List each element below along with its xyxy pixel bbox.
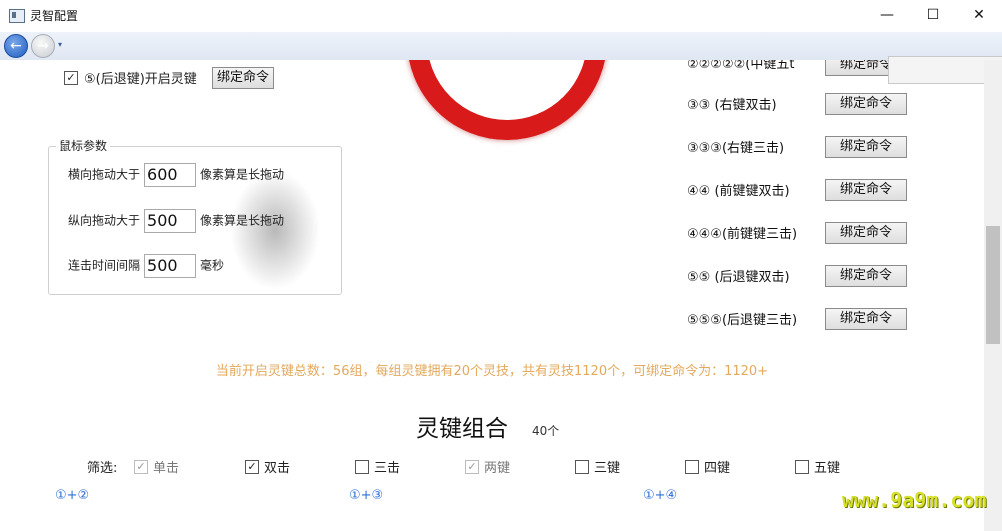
section-title: 灵键组合 <box>416 416 508 442</box>
filter-label: 筛选: <box>87 461 118 476</box>
filter-two-keys[interactable]: ✓ 两键 <box>465 457 510 476</box>
window-title: 灵智配置 <box>30 9 79 23</box>
forward-arrow-icon[interactable]: → <box>31 34 55 58</box>
filter-option-label: 五键 <box>814 461 841 476</box>
filter-checkbox[interactable] <box>795 459 809 474</box>
filter-option-label: 三击 <box>374 461 401 476</box>
combo-label: ③③③(右键三击) <box>687 141 785 156</box>
minimize-button[interactable]: — <box>864 0 910 30</box>
close-button[interactable]: ✕ <box>956 0 1002 30</box>
filter-option-label: 单击 <box>153 461 180 476</box>
filter-option-label: 两键 <box>484 461 511 476</box>
horizontal-drag-input[interactable]: 600 <box>144 163 197 187</box>
filter-option-label: 双击 <box>264 461 291 476</box>
combo-bind-button[interactable]: 绑定命令 <box>825 179 907 201</box>
back-arrow-icon[interactable]: ← <box>4 34 28 58</box>
filter-option-label: 三键 <box>594 461 621 476</box>
filter-checkbox[interactable]: ✓ <box>245 459 259 474</box>
combo-label: ④④ (前键键双击) <box>687 184 790 199</box>
combo-bind-button[interactable]: 绑定命令 <box>825 93 907 115</box>
filter-five-keys[interactable]: 五键 <box>795 457 840 476</box>
vertical-drag-row: 纵向拖动大于 500 像素算是长拖动 <box>68 209 284 233</box>
combo-bind-button[interactable]: 绑定命令 <box>825 265 907 287</box>
maximize-button[interactable]: ☐ <box>910 0 956 30</box>
click-interval-row: 连击时间间隔 500 毫秒 <box>68 254 224 278</box>
combo-bind-button[interactable]: 绑定命令 <box>825 136 907 158</box>
summary-text: 当前开启灵键总数：56组，每组灵键拥有20个灵技，共有灵技1120个，可绑定命令… <box>215 364 769 379</box>
mouse-params-title: 鼠标参数 <box>56 137 111 154</box>
watermark-text: www.9a9m.com <box>842 488 987 512</box>
enable-label: ⑤(后退键)开启灵键 <box>84 72 197 87</box>
navigation-bar: ← → ▾ <box>0 32 1002 60</box>
history-dropdown-icon[interactable]: ▾ <box>58 40 62 49</box>
click-interval-label: 连击时间间隔 <box>68 258 141 273</box>
app-icon <box>9 9 25 23</box>
filter-single-click[interactable]: ✓ 单击 <box>134 457 179 476</box>
vertical-drag-input[interactable]: 500 <box>144 209 197 233</box>
combo-label: ②②②②②(中键五t <box>687 60 795 72</box>
combo-label: ⑤⑤⑤(后退键三击) <box>687 313 798 328</box>
back-key-enable-option[interactable]: ✓ ⑤(后退键)开启灵键 <box>64 68 197 87</box>
filter-checkbox[interactable] <box>355 459 369 474</box>
filter-checkbox[interactable]: ✓ <box>134 459 148 474</box>
combo-label: ④④④(前键键三击) <box>687 227 798 242</box>
filter-checkbox[interactable] <box>575 459 589 474</box>
scrollbar-thumb[interactable] <box>986 226 1000 344</box>
filter-checkbox[interactable] <box>685 459 699 474</box>
filter-checkbox[interactable]: ✓ <box>465 459 479 474</box>
vertical-drag-suffix: 像素算是长拖动 <box>200 213 285 228</box>
filter-three-keys[interactable]: 三键 <box>575 457 620 476</box>
horizontal-drag-row: 横向拖动大于 600 像素算是长拖动 <box>68 163 284 187</box>
title-bar: 灵智配置 — ☐ ✕ <box>0 0 1002 33</box>
filter-triple-click[interactable]: 三击 <box>355 457 400 476</box>
vertical-drag-label: 纵向拖动大于 <box>68 213 141 228</box>
config-content: ✓ ⑤(后退键)开启灵键 绑定命令 鼠标参数 横向拖动大于 600 像素算是长拖动 纵… <box>0 60 984 531</box>
combo-link[interactable]: ①+③ <box>349 488 383 503</box>
filter-four-keys[interactable]: 四键 <box>685 457 730 476</box>
vertical-scrollbar[interactable] <box>984 60 1002 531</box>
combo-link[interactable]: ①+④ <box>643 488 677 503</box>
combo-label: ③③ (右键双击) <box>687 98 777 113</box>
section-count: 40个 <box>532 424 560 438</box>
combo-bind-button[interactable]: 绑定命令 <box>825 222 907 244</box>
combo-link[interactable]: ①+② <box>55 488 89 503</box>
filter-option-label: 四键 <box>704 461 731 476</box>
red-ring-graphic <box>407 60 607 140</box>
click-interval-input[interactable]: 500 <box>144 254 197 278</box>
enable-checkbox[interactable]: ✓ <box>64 70 78 85</box>
horizontal-drag-suffix: 像素算是长拖动 <box>200 167 285 182</box>
combo-label: ⑤⑤ (后退键双击) <box>687 270 790 285</box>
combo-bind-button[interactable]: 绑定命令 <box>825 308 907 330</box>
bind-command-button[interactable]: 绑定命令 <box>212 67 274 89</box>
filter-double-click[interactable]: ✓ 双击 <box>245 457 290 476</box>
click-interval-suffix: 毫秒 <box>200 258 225 273</box>
horizontal-drag-label: 横向拖动大于 <box>68 167 141 182</box>
